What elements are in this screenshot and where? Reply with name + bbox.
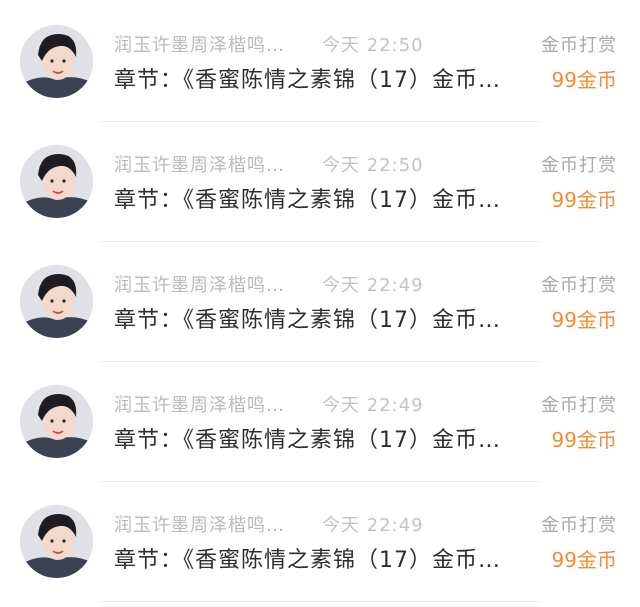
notification-content[interactable]: 章节：《香蜜陈情之素锦（17）金币… [114,62,501,94]
notification-content[interactable]: 章节：《香蜜陈情之素锦（17）金币… [114,302,501,334]
type-label: 金币打赏 [541,515,617,536]
timestamp: 今天 22:49 [322,275,424,296]
notification-item[interactable]: 润玉许墨周泽楷鸣… 今天 22:49 金币打赏 章节：《香蜜陈情之素锦（17）金… [0,480,640,602]
avatar[interactable] [20,145,93,218]
type-label: 金币打赏 [541,275,617,296]
type-label: 金币打赏 [541,155,617,176]
notification-item[interactable]: 润玉许墨周泽楷鸣… 今天 22:49 金币打赏 章节：《香蜜陈情之素锦（17）金… [0,360,640,482]
coin-amount: 99金币 [551,188,617,212]
timestamp: 今天 22:50 [322,35,424,56]
sender-name[interactable]: 润玉许墨周泽楷鸣… [114,391,285,417]
notification-item[interactable]: 润玉许墨周泽楷鸣… 今天 22:50 金币打赏 章节：《香蜜陈情之素锦（17）金… [0,120,640,242]
type-label: 金币打赏 [541,395,617,416]
sender-name[interactable]: 润玉许墨周泽楷鸣… [114,271,285,297]
avatar[interactable] [20,385,93,458]
coin-amount: 99金币 [551,428,617,452]
notification-content[interactable]: 章节：《香蜜陈情之素锦（17）金币… [114,422,501,454]
timestamp: 今天 22:50 [322,155,424,176]
sender-name[interactable]: 润玉许墨周泽楷鸣… [114,511,285,537]
avatar[interactable] [20,505,93,578]
notification-content[interactable]: 章节：《香蜜陈情之素锦（17）金币… [114,542,501,574]
timestamp: 今天 22:49 [322,395,424,416]
coin-amount: 99金币 [551,68,617,92]
timestamp: 今天 22:49 [322,515,424,536]
type-label: 金币打赏 [541,35,617,56]
coin-amount: 99金币 [551,548,617,572]
notification-item[interactable]: 润玉许墨周泽楷鸣… 今天 22:49 金币打赏 章节：《香蜜陈情之素锦（17）金… [0,240,640,362]
coin-amount: 99金币 [551,308,617,332]
sender-name[interactable]: 润玉许墨周泽楷鸣… [114,151,285,177]
avatar[interactable] [20,25,93,98]
sender-name[interactable]: 润玉许墨周泽楷鸣… [114,31,285,57]
notification-content[interactable]: 章节：《香蜜陈情之素锦（17）金币… [114,182,501,214]
notification-item[interactable]: 润玉许墨周泽楷鸣… 今天 22:50 金币打赏 章节：《香蜜陈情之素锦（17）金… [0,0,640,122]
notification-list: 润玉许墨周泽楷鸣… 今天 22:50 金币打赏 章节：《香蜜陈情之素锦（17）金… [0,0,640,607]
avatar[interactable] [20,265,93,338]
